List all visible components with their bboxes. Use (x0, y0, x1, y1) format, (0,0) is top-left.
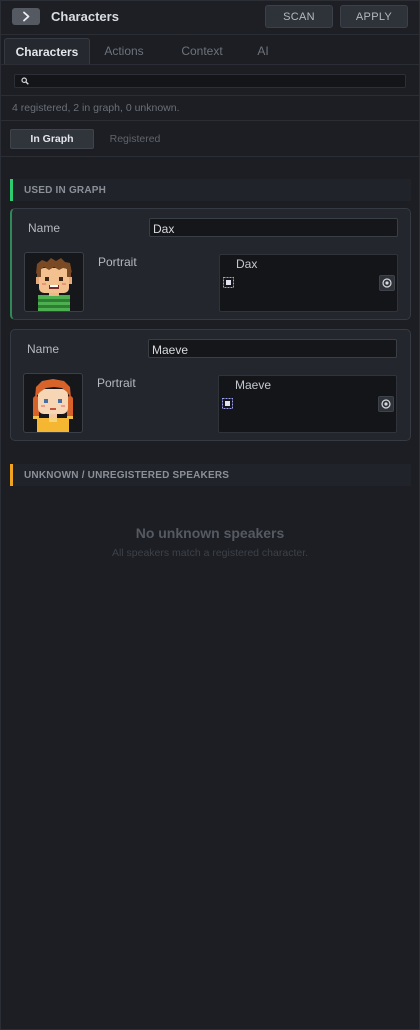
scan-button[interactable]: SCAN (265, 5, 333, 28)
subtab-in-graph[interactable]: In Graph (10, 129, 94, 149)
avatar-dax (24, 252, 84, 312)
boy-portrait-icon (36, 258, 72, 311)
chevron-right-icon (23, 11, 30, 22)
tab-context[interactable]: Context (169, 38, 235, 64)
characters-panel: Characters SCAN APPLY Characters Actions… (0, 0, 420, 1030)
sprite-icon (223, 277, 234, 288)
select-portrait-button[interactable] (378, 396, 394, 412)
collapse-button[interactable] (12, 8, 40, 25)
portrait-label: Portrait (97, 376, 136, 390)
registration-summary: 4 registered, 2 in graph, 0 unknown. (12, 102, 180, 114)
portrait-field[interactable]: Dax (219, 254, 398, 312)
name-field[interactable] (149, 218, 398, 237)
search-input[interactable] (33, 75, 403, 87)
empty-state-title: No unknown speakers (135, 525, 285, 541)
portrait-value: Dax (236, 257, 258, 271)
sprite-icon (222, 398, 233, 409)
target-icon (381, 399, 391, 409)
tab-actions[interactable]: Actions (93, 38, 155, 64)
girl-portrait-icon (33, 379, 73, 432)
portrait-field[interactable]: Maeve (218, 375, 397, 433)
avatar-maeve (23, 373, 83, 433)
character-card: Name (10, 329, 411, 441)
divider (1, 120, 419, 121)
empty-state-subtitle: All speakers match a registered characte… (111, 547, 309, 559)
select-portrait-button[interactable] (379, 275, 395, 291)
portrait-label: Portrait (98, 255, 137, 269)
portrait-value: Maeve (235, 378, 272, 392)
used-in-graph-header: USED IN GRAPH (10, 179, 411, 201)
search-field[interactable] (14, 74, 406, 88)
unknown-speakers-header: UNKNOWN / UNREGISTERED SPEAKERS (10, 464, 411, 486)
name-label: Name (28, 221, 61, 235)
subtab-registered[interactable]: Registered (97, 129, 173, 149)
tab-bar: Characters Actions Context AI (1, 35, 419, 65)
target-icon (382, 278, 392, 288)
name-label: Name (27, 342, 60, 356)
panel-title: Characters (51, 9, 119, 24)
divider (1, 156, 419, 157)
panel-header: Characters SCAN APPLY (1, 1, 419, 35)
tab-characters[interactable]: Characters (4, 38, 90, 64)
apply-button[interactable]: APPLY (340, 5, 408, 28)
tab-ai[interactable]: AI (249, 38, 277, 64)
search-row (1, 65, 419, 96)
search-icon (21, 77, 29, 85)
character-card: Name (10, 208, 411, 320)
name-field[interactable] (148, 339, 397, 358)
